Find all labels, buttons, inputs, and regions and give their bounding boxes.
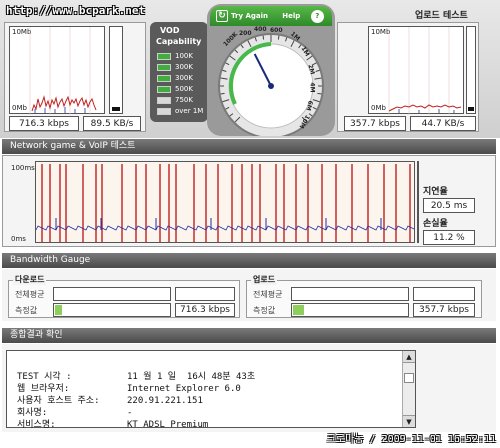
ping-graph: [35, 161, 415, 243]
download-graph-panel: 10Mb 0Mb 716.3 kbps 89.5 KB/s: [4, 22, 146, 132]
latency-line: [36, 225, 415, 231]
bw-upload-measured-bar: [291, 303, 409, 317]
bw-download-measured-bar: [53, 303, 171, 317]
download-traffic-line: [31, 95, 97, 112]
upload-test-title: 업로드 테스트: [415, 11, 468, 21]
scroll-down-arrow-icon[interactable]: ▼: [403, 415, 415, 427]
bw-download-title: 다운로드: [13, 274, 47, 285]
watermark-url: http://www.bcpark.net: [6, 4, 146, 17]
network-section-header: Network game & VoIP 테스트: [2, 139, 496, 154]
bw-download-avg-label: 전체평균: [15, 290, 45, 299]
help-button[interactable]: Help ?: [274, 6, 332, 26]
bw-download-measured-label: 측정값: [15, 306, 38, 315]
upload-kbs-value: 44.7 KB/s: [410, 116, 476, 131]
result-section-header: 종합결과 확인: [2, 328, 496, 343]
bw-download-avg-bar: [53, 287, 171, 301]
gauge-tick-label: 400: [254, 26, 267, 33]
latency-value: 20.5 ms: [423, 198, 475, 213]
download-level-bar: [109, 26, 123, 114]
scroll-thumb[interactable]: [404, 373, 414, 383]
bw-download-measured-value: 716.3 kbps: [175, 303, 235, 317]
result-line: 서비스명: KT ADSL Premium: [17, 420, 209, 430]
upload-graph-panel: 10Mb 0Mb 357.7 kbps 44.7 KB/s: [337, 22, 479, 132]
bw-download-avg-value: [175, 287, 235, 301]
gauge-tick-label: 4M: [308, 82, 316, 93]
bw-upload-avg-value: [413, 287, 475, 301]
screenshot-caption: 크로마농 / 2009-11-01 16:52:11: [326, 434, 496, 445]
bandwidth-section-header: Bandwidth Gauge: [2, 253, 496, 268]
gauge-hub: [268, 83, 274, 89]
result-textbox[interactable]: TEST 시각 :11 월 1 일 16시 48분 43초 웹 브라우저: Int…: [6, 350, 416, 430]
bw-upload-measured-label: 측정값: [253, 306, 276, 315]
vod-item: 100K: [157, 52, 207, 61]
ping-side-bar: [417, 161, 419, 243]
bw-download-fill: [55, 305, 62, 315]
bw-upload-panel: 업로드 전체평균 측정값 357.7 kbps: [246, 274, 482, 318]
bw-upload-measured-value: 357.7 kbps: [413, 303, 475, 317]
bw-upload-title: 업로드: [251, 274, 278, 285]
upload-traffic-line: [388, 104, 462, 112]
loss-value: 11.2 %: [423, 230, 475, 245]
help-icon: ?: [310, 10, 324, 23]
ping-plot: [36, 164, 415, 242]
vod-item: over 1M: [157, 107, 207, 116]
bw-upload-fill: [293, 305, 304, 315]
download-kbps-value: 716.3 kbps: [9, 116, 79, 131]
vod-item: 300K: [157, 74, 207, 83]
vod-title: VOD: [160, 26, 180, 35]
scroll-up-arrow-icon[interactable]: ▲: [403, 351, 415, 363]
vod-item: 500K: [157, 85, 207, 94]
upload-level-bar: [466, 26, 476, 114]
download-kbs-value: 89.5 KB/s: [83, 116, 141, 131]
vod-item: 300K: [157, 63, 207, 72]
network-panel: 100ms 0ms 지연율 20.5 ms 손실율 11.2 %: [2, 155, 496, 247]
upload-traffic-plot: [388, 27, 462, 115]
try-again-button[interactable]: ↻ Try Again: [210, 6, 274, 26]
latency-label: 지연율: [423, 187, 448, 197]
refresh-icon: ↻: [216, 10, 228, 22]
vod-subtitle: Capability: [156, 37, 202, 46]
download-traffic-plot: [29, 27, 97, 115]
loss-label: 손실율: [423, 219, 448, 229]
bw-upload-avg-label: 전체평균: [253, 290, 283, 299]
gauge-tick: [277, 35, 280, 40]
vod-item: 750K: [157, 96, 207, 105]
gauge-tick-label: 600: [270, 27, 283, 34]
gauge-tick: [220, 92, 225, 95]
download-graph: 10Mb 0Mb: [9, 26, 105, 115]
bw-upload-avg-bar: [291, 287, 409, 301]
ping-scale-top: 100ms: [11, 164, 35, 172]
upload-graph: 10Mb 0Mb: [368, 26, 464, 115]
upload-kbps-value: 357.7 kbps: [344, 116, 406, 131]
gauge-tick-label: 200: [239, 30, 252, 37]
gauge-tick: [317, 92, 322, 95]
result-scrollbar[interactable]: ▲ ▼: [402, 351, 415, 427]
ping-scale-bottom: 0ms: [11, 235, 26, 243]
bw-download-panel: 다운로드 전체평균 측정값 716.3 kbps: [8, 274, 240, 318]
gauge-tick: [262, 35, 265, 40]
